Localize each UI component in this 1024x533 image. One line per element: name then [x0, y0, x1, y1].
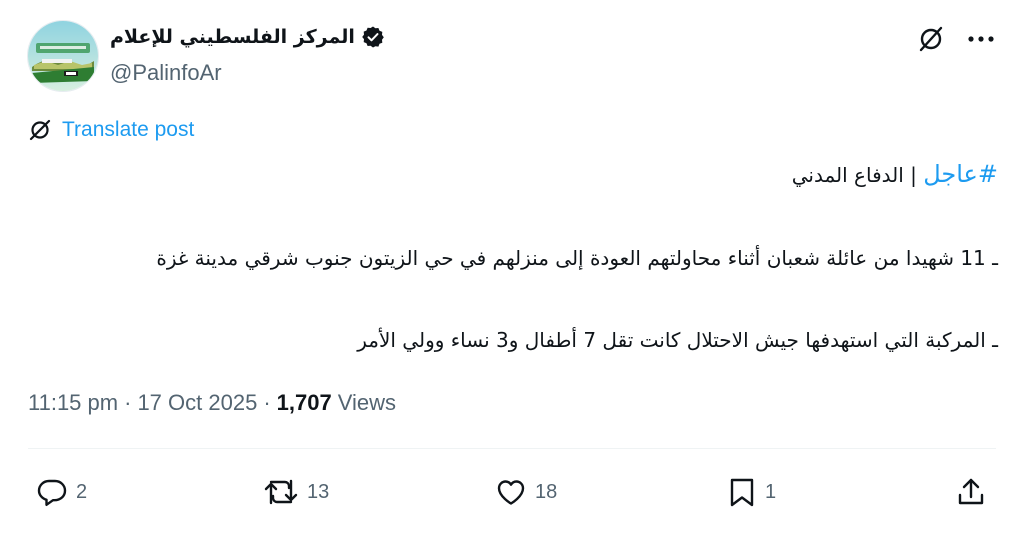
grok-translate-icon[interactable] — [916, 24, 946, 54]
more-options-icon[interactable] — [966, 24, 996, 54]
palinfo-logo-icon — [28, 21, 98, 91]
repost-button[interactable]: 13 — [263, 470, 329, 514]
heart-icon — [497, 480, 525, 505]
bookmark-button[interactable]: 1 — [727, 470, 776, 514]
post-date[interactable]: 17 Oct 2025 — [137, 390, 257, 416]
views-label: Views — [337, 390, 396, 415]
author-block[interactable]: المركز الفلسطيني للإعلام @PalinfoAr — [110, 20, 385, 86]
like-button[interactable]: 18 — [495, 470, 557, 514]
verified-badge-icon — [361, 25, 385, 49]
meta-separator: · — [263, 390, 271, 415]
post-meta: 11:15 pm · 17 Oct 2025 · 1,707 Views — [28, 390, 396, 416]
divider — [28, 448, 996, 449]
display-name-row: المركز الفلسطيني للإعلام — [110, 20, 385, 54]
repost-icon — [264, 479, 298, 505]
hashtag-link[interactable]: #عاجل — [923, 160, 998, 188]
repost-count: 13 — [307, 480, 330, 503]
action-bar: 2 13 18 1 — [0, 470, 1024, 514]
views-count: 1,707 — [276, 390, 332, 415]
avatar[interactable] — [27, 20, 99, 92]
reply-button[interactable]: 2 — [36, 470, 87, 514]
translate-icon — [29, 119, 51, 141]
reply-count: 2 — [76, 480, 88, 503]
bookmark-icon — [730, 478, 754, 507]
post-line-2: ـ 11 شهيدا من عائلة شعبان أثناء محاولتهم… — [156, 246, 998, 270]
translate-post-label[interactable]: Translate post — [62, 118, 194, 142]
top-actions — [916, 24, 996, 54]
bookmark-count: 1 — [765, 480, 777, 503]
like-count: 18 — [535, 480, 558, 503]
post-time[interactable]: 11:15 pm — [28, 390, 118, 416]
post-headline-text: | الدفاع المدني — [791, 163, 924, 187]
translate-post-link[interactable]: Translate post — [28, 118, 194, 142]
display-name[interactable]: المركز الفلسطيني للإعلام — [110, 26, 355, 48]
reply-icon — [37, 479, 67, 506]
share-icon — [958, 478, 984, 505]
post-headline: #عاجل | الدفاع المدني — [792, 160, 998, 188]
meta-separator: · — [124, 390, 132, 415]
handle[interactable]: @PalinfoAr — [110, 60, 385, 86]
post-line-3: ـ المركبة التي استهدفها جيش الاحتلال كان… — [357, 328, 998, 352]
share-button[interactable] — [955, 470, 987, 514]
